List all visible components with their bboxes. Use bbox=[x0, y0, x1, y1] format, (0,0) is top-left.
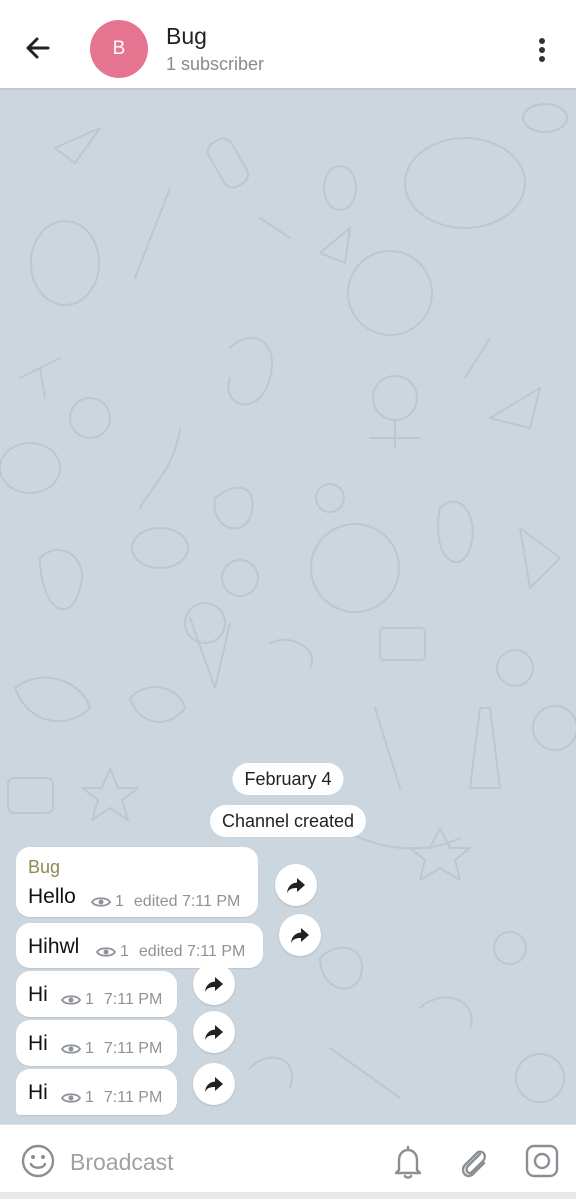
view-count: 1 bbox=[115, 893, 124, 910]
date-separator: February 4 bbox=[232, 763, 344, 795]
share-arrow-icon bbox=[205, 1077, 223, 1092]
back-button[interactable] bbox=[18, 28, 58, 68]
message-time: 7:11 PM bbox=[103, 1040, 163, 1057]
view-count: 1 bbox=[85, 1089, 94, 1106]
camera-icon bbox=[525, 1144, 559, 1178]
message-bubble[interactable]: Hihwl 1 edited 7:11 PM bbox=[16, 923, 263, 968]
bell-icon bbox=[394, 1145, 422, 1179]
view-count: 1 bbox=[85, 1040, 94, 1057]
message-bubble[interactable]: Hi 1 7:11 PM bbox=[16, 971, 177, 1017]
chat-area[interactable]: February 4 Channel created Bug Hello 1 e… bbox=[0, 88, 576, 1124]
avatar[interactable]: B bbox=[90, 20, 148, 78]
notification-toggle-button[interactable] bbox=[390, 1143, 426, 1181]
message-meta: 1 7:11 PM bbox=[61, 1089, 162, 1107]
message-text: Hihwl bbox=[28, 935, 80, 958]
forward-button[interactable] bbox=[279, 914, 321, 956]
emoji-button[interactable] bbox=[20, 1143, 56, 1179]
share-arrow-icon bbox=[291, 928, 309, 943]
emoji-icon bbox=[21, 1144, 55, 1178]
more-options-button[interactable] bbox=[528, 30, 556, 70]
forward-button[interactable] bbox=[193, 963, 235, 1005]
message-meta: 1 edited 7:11 PM bbox=[96, 943, 245, 961]
eye-icon bbox=[61, 995, 81, 1005]
forward-button[interactable] bbox=[275, 864, 317, 906]
message-meta: 1 7:11 PM bbox=[61, 1040, 162, 1058]
eye-icon bbox=[91, 897, 111, 907]
message-text: Hi bbox=[28, 983, 48, 1006]
message-meta: 1 edited 7:11 PM bbox=[91, 893, 240, 911]
message-time: 7:11 PM bbox=[103, 991, 163, 1008]
view-count: 1 bbox=[120, 943, 129, 960]
system-navigation-strip bbox=[0, 1192, 576, 1199]
avatar-letter: B bbox=[112, 38, 126, 59]
view-count: 1 bbox=[85, 991, 94, 1008]
message-text: Hi bbox=[28, 1081, 48, 1104]
message-text: Hi bbox=[28, 1032, 48, 1055]
share-arrow-icon bbox=[287, 878, 305, 893]
share-arrow-icon bbox=[205, 977, 223, 992]
service-message: Channel created bbox=[209, 805, 367, 837]
message-bubble[interactable]: Bug Hello 1 edited 7:11 PM bbox=[16, 847, 258, 917]
eye-icon bbox=[96, 947, 116, 957]
arrow-left-icon bbox=[26, 37, 50, 59]
eye-icon bbox=[61, 1093, 81, 1103]
chat-header: B Bug 1 subscriber bbox=[0, 0, 576, 88]
subscriber-count: 1 subscriber bbox=[166, 54, 265, 74]
paperclip-icon bbox=[461, 1150, 486, 1178]
message-text: Hello bbox=[28, 885, 76, 908]
broadcast-input[interactable] bbox=[70, 1145, 370, 1179]
message-time: edited 7:11 PM bbox=[138, 943, 246, 960]
message-bubble[interactable]: Hi 1 7:11 PM bbox=[16, 1069, 177, 1115]
camera-button[interactable] bbox=[524, 1143, 560, 1179]
message-input-bar bbox=[0, 1124, 576, 1200]
message-author: Bug bbox=[28, 857, 61, 877]
attach-button[interactable] bbox=[456, 1143, 492, 1181]
more-vertical-icon bbox=[539, 38, 545, 62]
channel-title[interactable]: Bug bbox=[166, 23, 207, 50]
forward-button[interactable] bbox=[193, 1063, 235, 1105]
forward-button[interactable] bbox=[193, 1011, 235, 1053]
share-arrow-icon bbox=[205, 1025, 223, 1040]
message-meta: 1 7:11 PM bbox=[61, 991, 162, 1009]
doodle-background-pattern bbox=[0, 103, 576, 1103]
eye-icon bbox=[61, 1044, 81, 1054]
message-time: 7:11 PM bbox=[103, 1089, 163, 1106]
message-time: edited 7:11 PM bbox=[133, 893, 241, 910]
message-bubble[interactable]: Hi 1 7:11 PM bbox=[16, 1020, 177, 1066]
